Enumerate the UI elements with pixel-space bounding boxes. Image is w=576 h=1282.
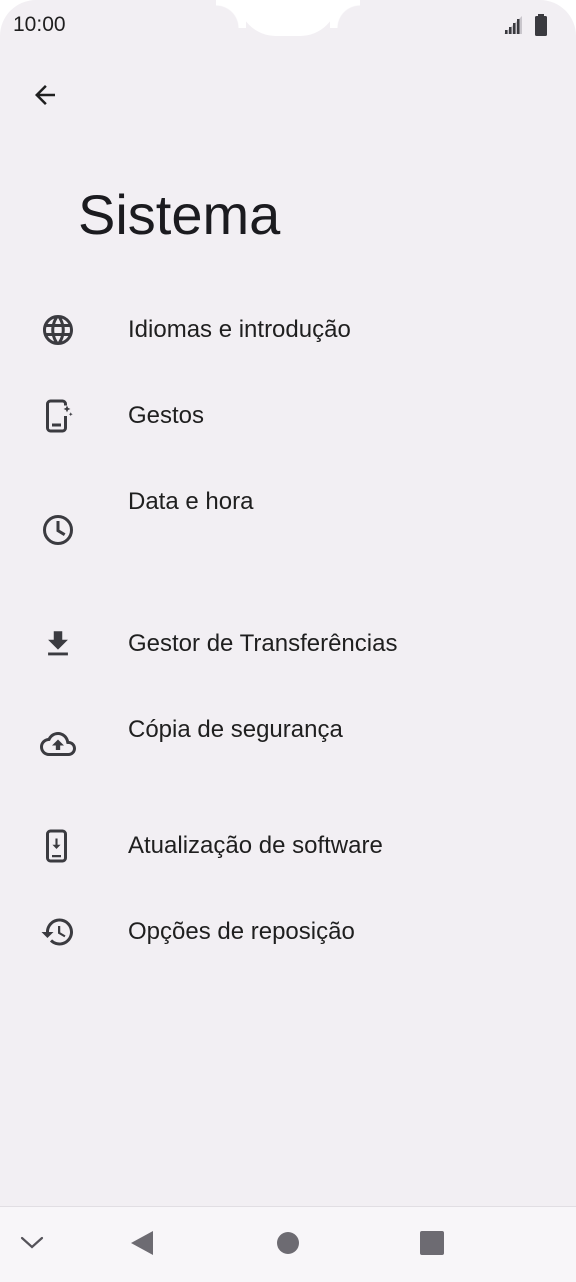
battery-icon [534, 14, 548, 41]
clock-icon [38, 510, 78, 550]
arrow-back-icon [30, 80, 60, 115]
menu-item-label: Atualização de software [128, 832, 383, 859]
menu-item-copia-seguranca[interactable]: Cópia de segurança [0, 688, 576, 806]
nav-recents-button[interactable] [410, 1223, 454, 1267]
menu-item-idiomas[interactable]: Idiomas e introdução [0, 288, 576, 374]
menu-item-gestos[interactable]: Gestos [0, 374, 576, 460]
nav-home-button[interactable] [266, 1223, 310, 1267]
cloud-upload-icon [38, 724, 78, 764]
status-time: 10:00 [13, 13, 66, 36]
page-title: Sistema [78, 183, 281, 246]
chevron-down-icon [19, 1235, 45, 1256]
signal-icon [502, 14, 524, 41]
status-icons [502, 14, 548, 41]
settings-screen: 10:00 Sistema Idiomas e introdução Gesto… [0, 0, 576, 1282]
download-icon [38, 624, 78, 664]
globe-icon [38, 310, 78, 350]
menu-item-opcoes-reposicao[interactable]: Opções de reposição [0, 890, 576, 976]
collapse-nav-button[interactable] [16, 1227, 48, 1263]
menu-item-atualizacao-software[interactable]: Atualização de software [0, 804, 576, 890]
system-update-icon [38, 826, 78, 866]
menu-item-data-hora[interactable]: Data e hora [0, 460, 576, 600]
history-icon [38, 912, 78, 952]
phone-gesture-icon [38, 396, 78, 436]
menu-item-label: Data e hora [128, 488, 254, 515]
menu-item-label: Cópia de segurança [128, 716, 343, 743]
menu-item-label: Gestos [128, 402, 205, 429]
nav-back-button[interactable] [120, 1225, 164, 1265]
menu-item-label: Idiomas e introdução [128, 316, 351, 343]
triangle-back-icon [129, 1229, 155, 1262]
camera-notch [216, 0, 360, 36]
menu-item-gestor-transferencias[interactable]: Gestor de Transferências [0, 602, 576, 688]
navigation-bar [0, 1206, 576, 1282]
menu-item-label: Opções de reposição [128, 918, 355, 945]
circle-home-icon [276, 1231, 300, 1260]
back-button[interactable] [22, 74, 68, 120]
menu-item-label: Gestor de Transferências [128, 630, 398, 657]
square-recents-icon [420, 1230, 444, 1260]
